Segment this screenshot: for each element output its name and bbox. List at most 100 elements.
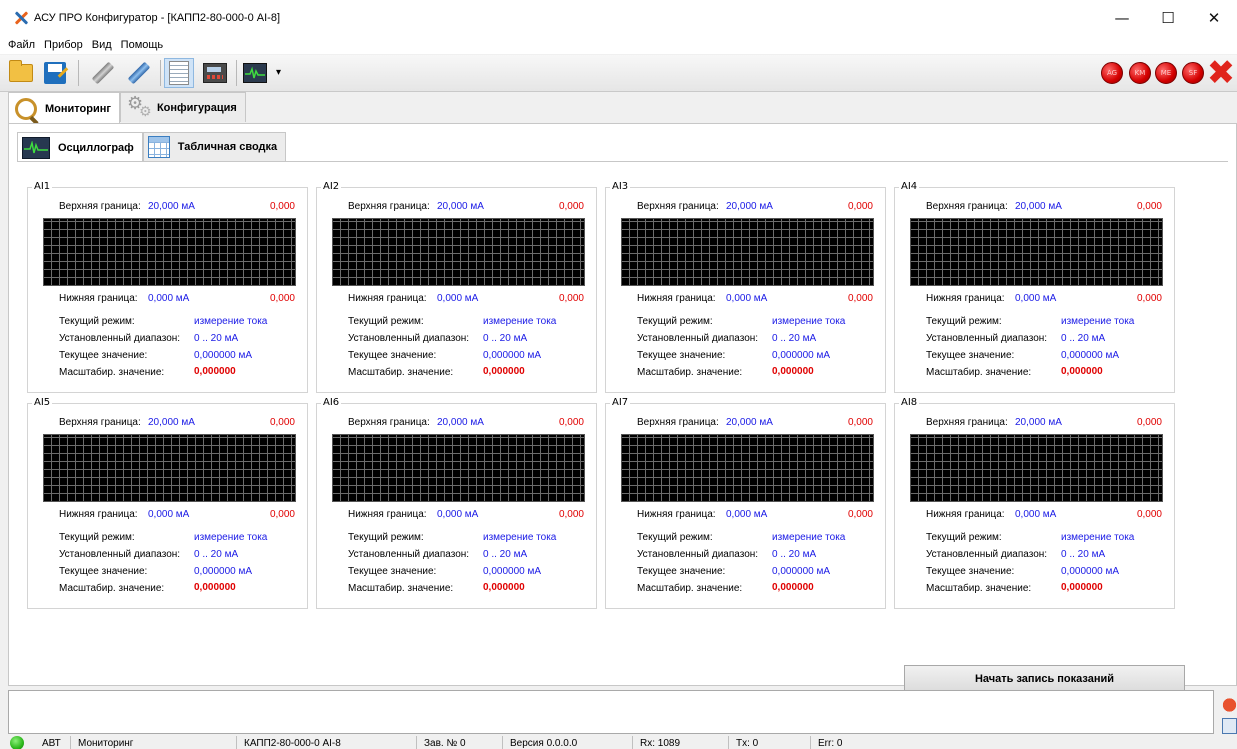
list-view-button[interactable] xyxy=(164,58,194,88)
tab-configuration[interactable]: Конфигурация xyxy=(119,92,246,122)
upper-bound-label: Верхняя граница: xyxy=(59,417,141,428)
indicator-me: ME xyxy=(1155,62,1177,84)
upper-bound-value: 20,000 мА xyxy=(726,201,773,212)
range-value: 0 .. 20 мА xyxy=(483,549,528,560)
tab-configuration-label: Конфигурация xyxy=(156,101,237,114)
scaled-value-label: Масштабир. значение: xyxy=(348,367,454,378)
channel-group-ai8: AI8 Верхняя граница: 20,000 мА 0,000 Нижняя … xyxy=(894,397,1175,609)
menu-help[interactable]: Помощь xyxy=(121,39,164,51)
oscilloscope-button[interactable] xyxy=(240,58,270,88)
menu-bar: Файл Прибор Вид Помощь xyxy=(0,36,1237,54)
range-label: Установленный диапазон: xyxy=(59,549,181,560)
lower-bound-scaled: 0,000 xyxy=(558,509,584,520)
status-divider xyxy=(416,736,417,749)
channel-group-ai7: AI7 Верхняя граница: 20,000 мА 0,000 Нижняя … xyxy=(605,397,886,609)
menu-view[interactable]: Вид xyxy=(92,39,112,51)
lower-bound-label: Нижняя граница: xyxy=(637,293,716,304)
lower-bound-scaled: 0,000 xyxy=(847,293,873,304)
mode-label: Текущий режим: xyxy=(926,316,1002,327)
menu-device[interactable]: Прибор xyxy=(44,39,83,51)
scaled-value: 0,000000 xyxy=(194,366,236,377)
indicator-ag: AG xyxy=(1101,62,1123,84)
status-mode: Мониторинг xyxy=(78,738,134,749)
lower-bound-scaled: 0,000 xyxy=(1136,293,1162,304)
scaled-value: 0,000000 xyxy=(772,366,814,377)
status-err: Err: 0 xyxy=(818,738,843,749)
current-value: 0,000000 мА xyxy=(772,566,831,577)
magnifier-icon xyxy=(15,97,37,120)
open-button[interactable] xyxy=(6,58,36,88)
upper-bound-value: 20,000 мА xyxy=(148,201,195,212)
lower-bound-label: Нижняя граница: xyxy=(637,509,716,520)
current-value-label: Текущее значение: xyxy=(926,566,1015,577)
save-log-icon[interactable] xyxy=(1222,718,1237,734)
lower-bound-label: Нижняя граница: xyxy=(926,509,1005,520)
oscilloscope-graph xyxy=(910,218,1163,286)
range-label: Установленный диапазон: xyxy=(59,333,181,344)
range-label: Установленный диапазон: xyxy=(348,333,470,344)
current-value: 0,000000 мА xyxy=(1061,566,1120,577)
range-label: Установленный диапазон: xyxy=(348,549,470,560)
scaled-value-label: Масштабир. значение: xyxy=(348,583,454,594)
monitoring-panel: Осциллограф Табличная сводка Начать запи… xyxy=(8,123,1237,692)
scaled-value-label: Масштабир. значение: xyxy=(926,367,1032,378)
upper-bound-label: Верхняя граница: xyxy=(348,417,430,428)
mode-label: Текущий режим: xyxy=(637,532,713,543)
current-value-label: Текущее значение: xyxy=(59,566,148,577)
main-tabs: Мониторинг Конфигурация xyxy=(8,92,246,124)
connect-icon xyxy=(127,61,151,85)
range-label: Установленный диапазон: xyxy=(637,333,759,344)
save-button[interactable] xyxy=(40,58,70,88)
scaled-value: 0,000000 xyxy=(1061,582,1103,593)
chevron-down-icon[interactable]: ▾ xyxy=(276,67,281,78)
mode-label: Текущий режим: xyxy=(926,532,1002,543)
maximize-button[interactable]: ☐ xyxy=(1145,0,1191,36)
channel-title: AI6 xyxy=(321,397,342,408)
upper-bound-scaled: 0,000 xyxy=(269,417,295,428)
oscilloscope-graph xyxy=(621,434,874,502)
mode-value: измерение тока xyxy=(483,532,557,543)
close-button[interactable]: ✕ xyxy=(1191,0,1237,36)
stop-icon[interactable]: ✖ xyxy=(1206,56,1236,90)
range-label: Установленный диапазон: xyxy=(637,549,759,560)
mode-value: измерение тока xyxy=(194,532,268,543)
menu-file[interactable]: Файл xyxy=(8,39,35,51)
upper-bound-scaled: 0,000 xyxy=(558,417,584,428)
upper-bound-label: Верхняя граница: xyxy=(926,417,1008,428)
panel-view-button[interactable] xyxy=(200,58,230,88)
upper-bound-label: Верхняя граница: xyxy=(926,201,1008,212)
status-mode-short: АВТ xyxy=(42,738,61,749)
minimize-button[interactable]: — xyxy=(1099,0,1145,36)
mode-value: измерение тока xyxy=(772,532,846,543)
upper-bound-label: Верхняя граница: xyxy=(348,201,430,212)
current-value-label: Текущее значение: xyxy=(637,566,726,577)
range-value: 0 .. 20 мА xyxy=(772,333,817,344)
mode-label: Текущий режим: xyxy=(348,532,424,543)
toolbar: ▾ AG KM ME SF ✖ xyxy=(0,55,1237,92)
status-divider xyxy=(502,736,503,749)
status-bar: АВТ Мониторинг КАПП2-80-000-0 AI-8 Зав. … xyxy=(0,735,1237,749)
current-value-label: Текущее значение: xyxy=(59,350,148,361)
panel-view-icon xyxy=(203,63,227,83)
disconnect-button[interactable] xyxy=(88,58,118,88)
start-recording-button[interactable]: Начать запись показаний xyxy=(904,665,1185,692)
oscilloscope-icon xyxy=(243,63,267,83)
log-area[interactable] xyxy=(8,690,1214,734)
channel-group-ai2: AI2 Верхняя граница: 20,000 мА 0,000 Нижняя … xyxy=(316,181,597,393)
status-divider xyxy=(728,736,729,749)
status-version: Версия 0.0.0.0 xyxy=(510,738,578,749)
channel-title: AI2 xyxy=(321,181,342,192)
tab-table-summary[interactable]: Табличная сводка xyxy=(142,132,287,161)
tab-oscilloscope[interactable]: Осциллограф xyxy=(17,132,143,162)
lower-bound-label: Нижняя граница: xyxy=(348,293,427,304)
status-divider xyxy=(236,736,237,749)
connect-button[interactable] xyxy=(124,58,154,88)
clear-log-icon[interactable] xyxy=(1222,697,1237,713)
table-icon xyxy=(147,136,170,158)
mode-label: Текущий режим: xyxy=(637,316,713,327)
tab-monitoring-label: Мониторинг xyxy=(45,102,111,115)
tab-oscilloscope-label: Осциллограф xyxy=(58,141,134,154)
upper-bound-label: Верхняя граница: xyxy=(637,417,719,428)
tab-monitoring[interactable]: Мониторинг xyxy=(8,92,120,124)
channel-title: AI7 xyxy=(610,397,631,408)
